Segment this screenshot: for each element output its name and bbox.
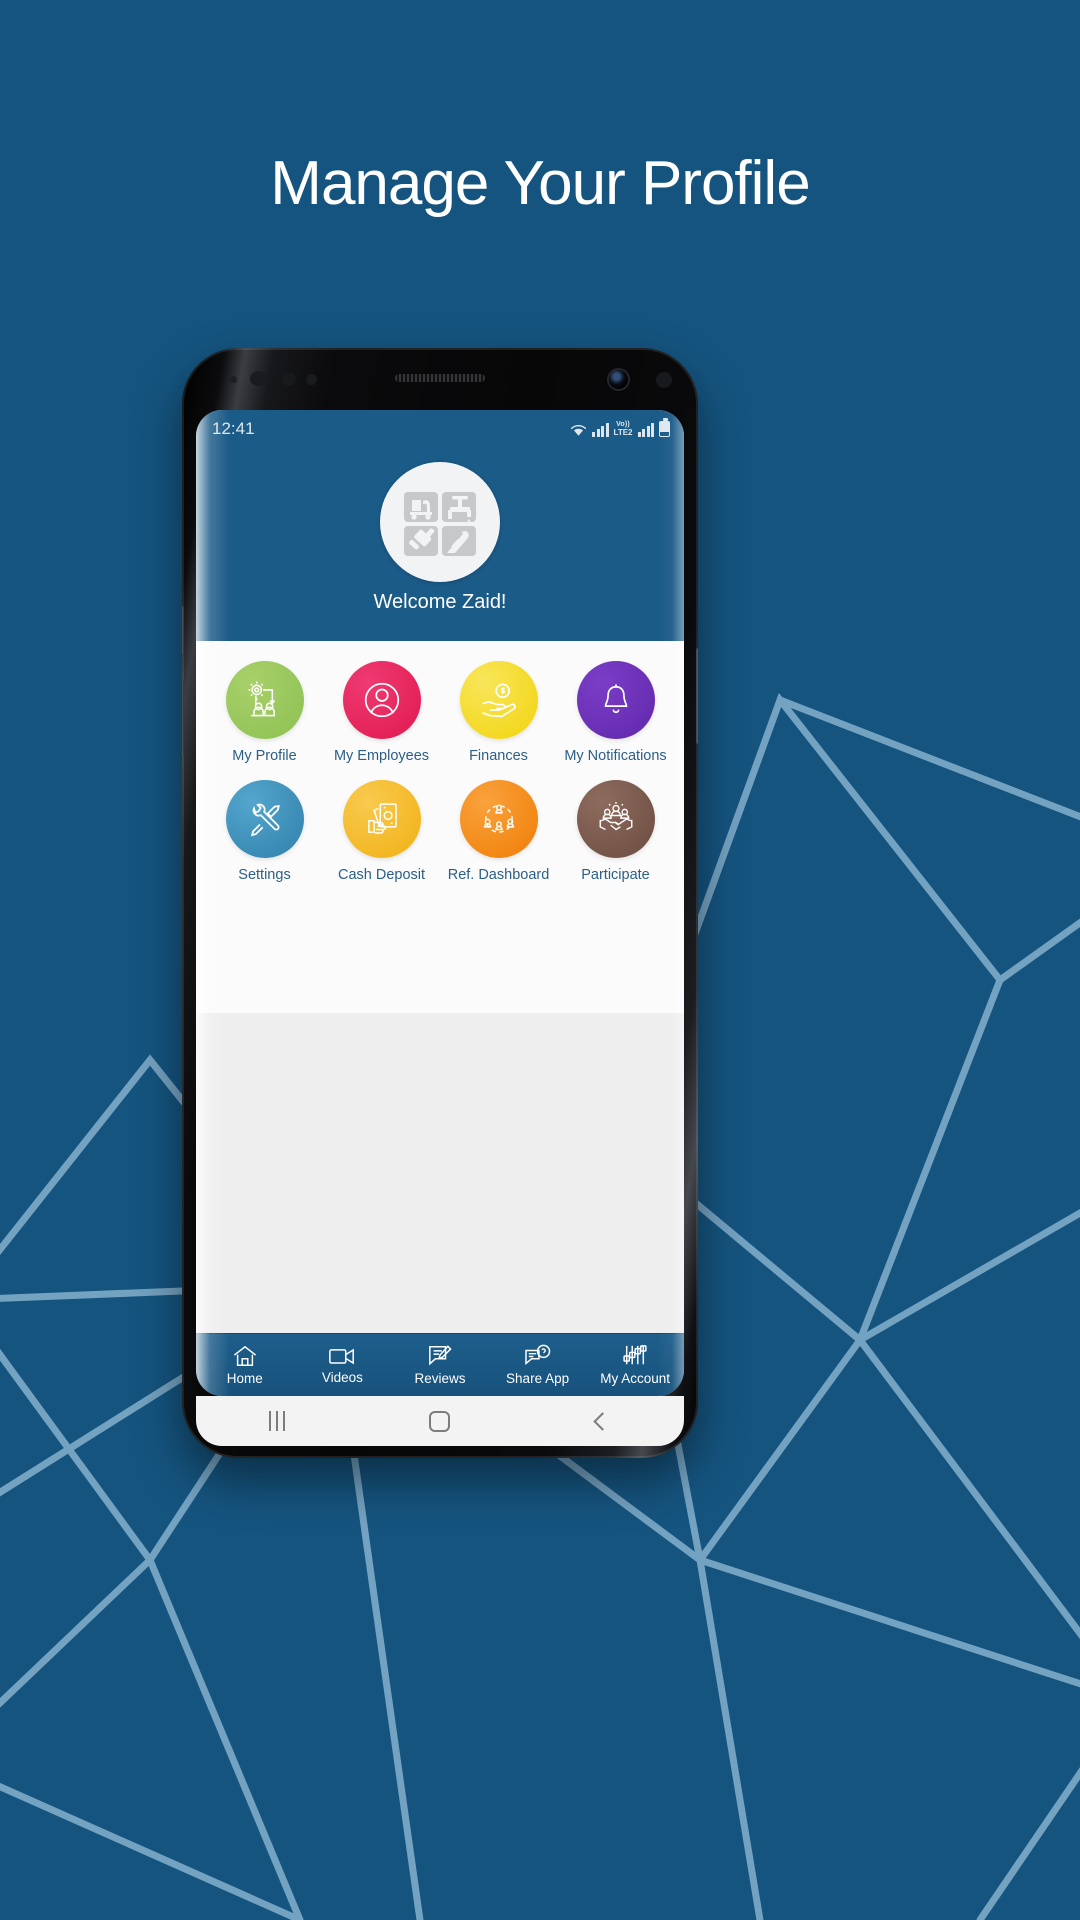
bell-icon (604, 684, 627, 714)
nav-label: Videos (321, 1370, 363, 1385)
feature-ref-dashboard[interactable]: Ref. Dashboard (440, 780, 557, 899)
wifi-icon (570, 424, 587, 436)
signal-bars-icon (592, 423, 609, 437)
page-title: Manage Your Profile (270, 149, 810, 218)
phone-top-bezel (182, 348, 698, 410)
feature-label: Settings (238, 867, 291, 883)
nav-label: Share App (506, 1371, 570, 1386)
earpiece-speaker-icon (395, 374, 485, 382)
feature-label: Finances (469, 748, 528, 764)
sensor-icon (230, 376, 237, 383)
feature-grid: My Profile My Employees Finances My Noti… (196, 641, 684, 1013)
app-logo (380, 462, 500, 582)
nav-label: Reviews (414, 1371, 466, 1386)
feature-finances[interactable]: Finances (440, 661, 557, 780)
nav-label: My Account (600, 1371, 671, 1386)
nav-item-reviews[interactable]: Reviews (391, 1344, 489, 1386)
power-button[interactable] (696, 648, 698, 744)
feature-label: My Employees (333, 748, 430, 764)
led-indicator-icon (656, 372, 672, 388)
bottom-navigation: Home Videos Reviews Share App My Account (196, 1333, 684, 1396)
video-camera-icon (329, 1348, 355, 1365)
recent-apps-icon (269, 1411, 286, 1431)
battery-icon (659, 418, 670, 437)
home-button[interactable] (408, 1401, 472, 1441)
volte-icon: Vo)) LTE2 (613, 421, 633, 437)
feature-my-notifications[interactable]: My Notifications (557, 661, 674, 780)
back-button[interactable] (571, 1401, 635, 1441)
feature-label: Ref. Dashboard (447, 867, 550, 883)
feature-cash-deposit[interactable]: Cash Deposit (323, 780, 440, 899)
app-header: Welcome Zaid! (196, 448, 684, 641)
feature-row-1: My Profile My Employees Finances My Noti… (206, 661, 674, 780)
feature-circle (576, 661, 655, 739)
handshake-icon (599, 801, 632, 831)
front-camera-icon (609, 370, 628, 389)
person-icon (364, 682, 399, 718)
cash-hand-icon (367, 803, 397, 834)
feature-label: Participate (581, 867, 650, 883)
feature-circle (459, 661, 538, 739)
welcome-text: Welcome Zaid! (373, 591, 507, 613)
nav-item-my-account[interactable]: My Account (586, 1344, 684, 1386)
nav-item-home[interactable]: Home (196, 1344, 294, 1386)
home-icon (233, 1345, 256, 1366)
iris-scanner-icon (250, 371, 267, 386)
sliders-icon (623, 1345, 647, 1365)
network-icon (483, 804, 514, 833)
status-bar: 12:41 Vo)) LTE2 (196, 410, 684, 448)
feature-circle (342, 661, 421, 739)
hand-money-icon (481, 683, 516, 718)
feature-label: My Notifications (564, 748, 667, 764)
review-edit-icon (429, 1345, 452, 1366)
profile-settings-icon (248, 681, 275, 717)
feature-participate[interactable]: Participate (557, 780, 674, 899)
volume-down-button[interactable] (182, 678, 184, 756)
chat-question-icon (524, 1344, 550, 1365)
feature-my-profile[interactable]: My Profile (206, 661, 323, 780)
feature-circle (576, 780, 655, 858)
feature-label: My Profile (232, 748, 297, 764)
light-sensor-icon (306, 374, 317, 385)
recent-apps-button[interactable] (245, 1401, 309, 1441)
android-navigation-bar (196, 1396, 684, 1446)
feature-circle (342, 780, 421, 858)
feature-my-employees[interactable]: My Employees (323, 661, 440, 780)
nav-label: Home (226, 1371, 263, 1386)
feature-circle (225, 661, 304, 739)
feature-circle (225, 780, 304, 858)
nav-item-share-app[interactable]: Share App (489, 1344, 587, 1386)
home-square-icon (429, 1410, 451, 1432)
feature-row-2: Settings Cash Deposit Ref. Dashboard Par… (206, 780, 674, 899)
volume-up-button[interactable] (182, 606, 184, 654)
signal-bars-icon-2 (637, 423, 654, 437)
feature-label: Cash Deposit (337, 867, 426, 883)
nav-item-videos[interactable]: Videos (294, 1345, 392, 1385)
proximity-sensor-icon (282, 372, 296, 386)
feature-circle (459, 780, 538, 858)
back-chevron-icon (593, 1411, 612, 1431)
status-bar-icons: Vo)) LTE2 (570, 418, 670, 437)
app-logo-icon (388, 470, 492, 574)
status-bar-time: 12:41 (212, 419, 255, 438)
tools-icon (250, 803, 280, 837)
phone-mockup: 12:41 Vo)) LTE2 Welcome Zaid! My Profile… (182, 348, 698, 1458)
feature-settings[interactable]: Settings (206, 780, 323, 899)
phone-body: 12:41 Vo)) LTE2 Welcome Zaid! My Profile… (182, 348, 698, 1458)
content-empty-area (196, 1013, 684, 1333)
phone-screen: 12:41 Vo)) LTE2 Welcome Zaid! My Profile… (196, 410, 684, 1396)
